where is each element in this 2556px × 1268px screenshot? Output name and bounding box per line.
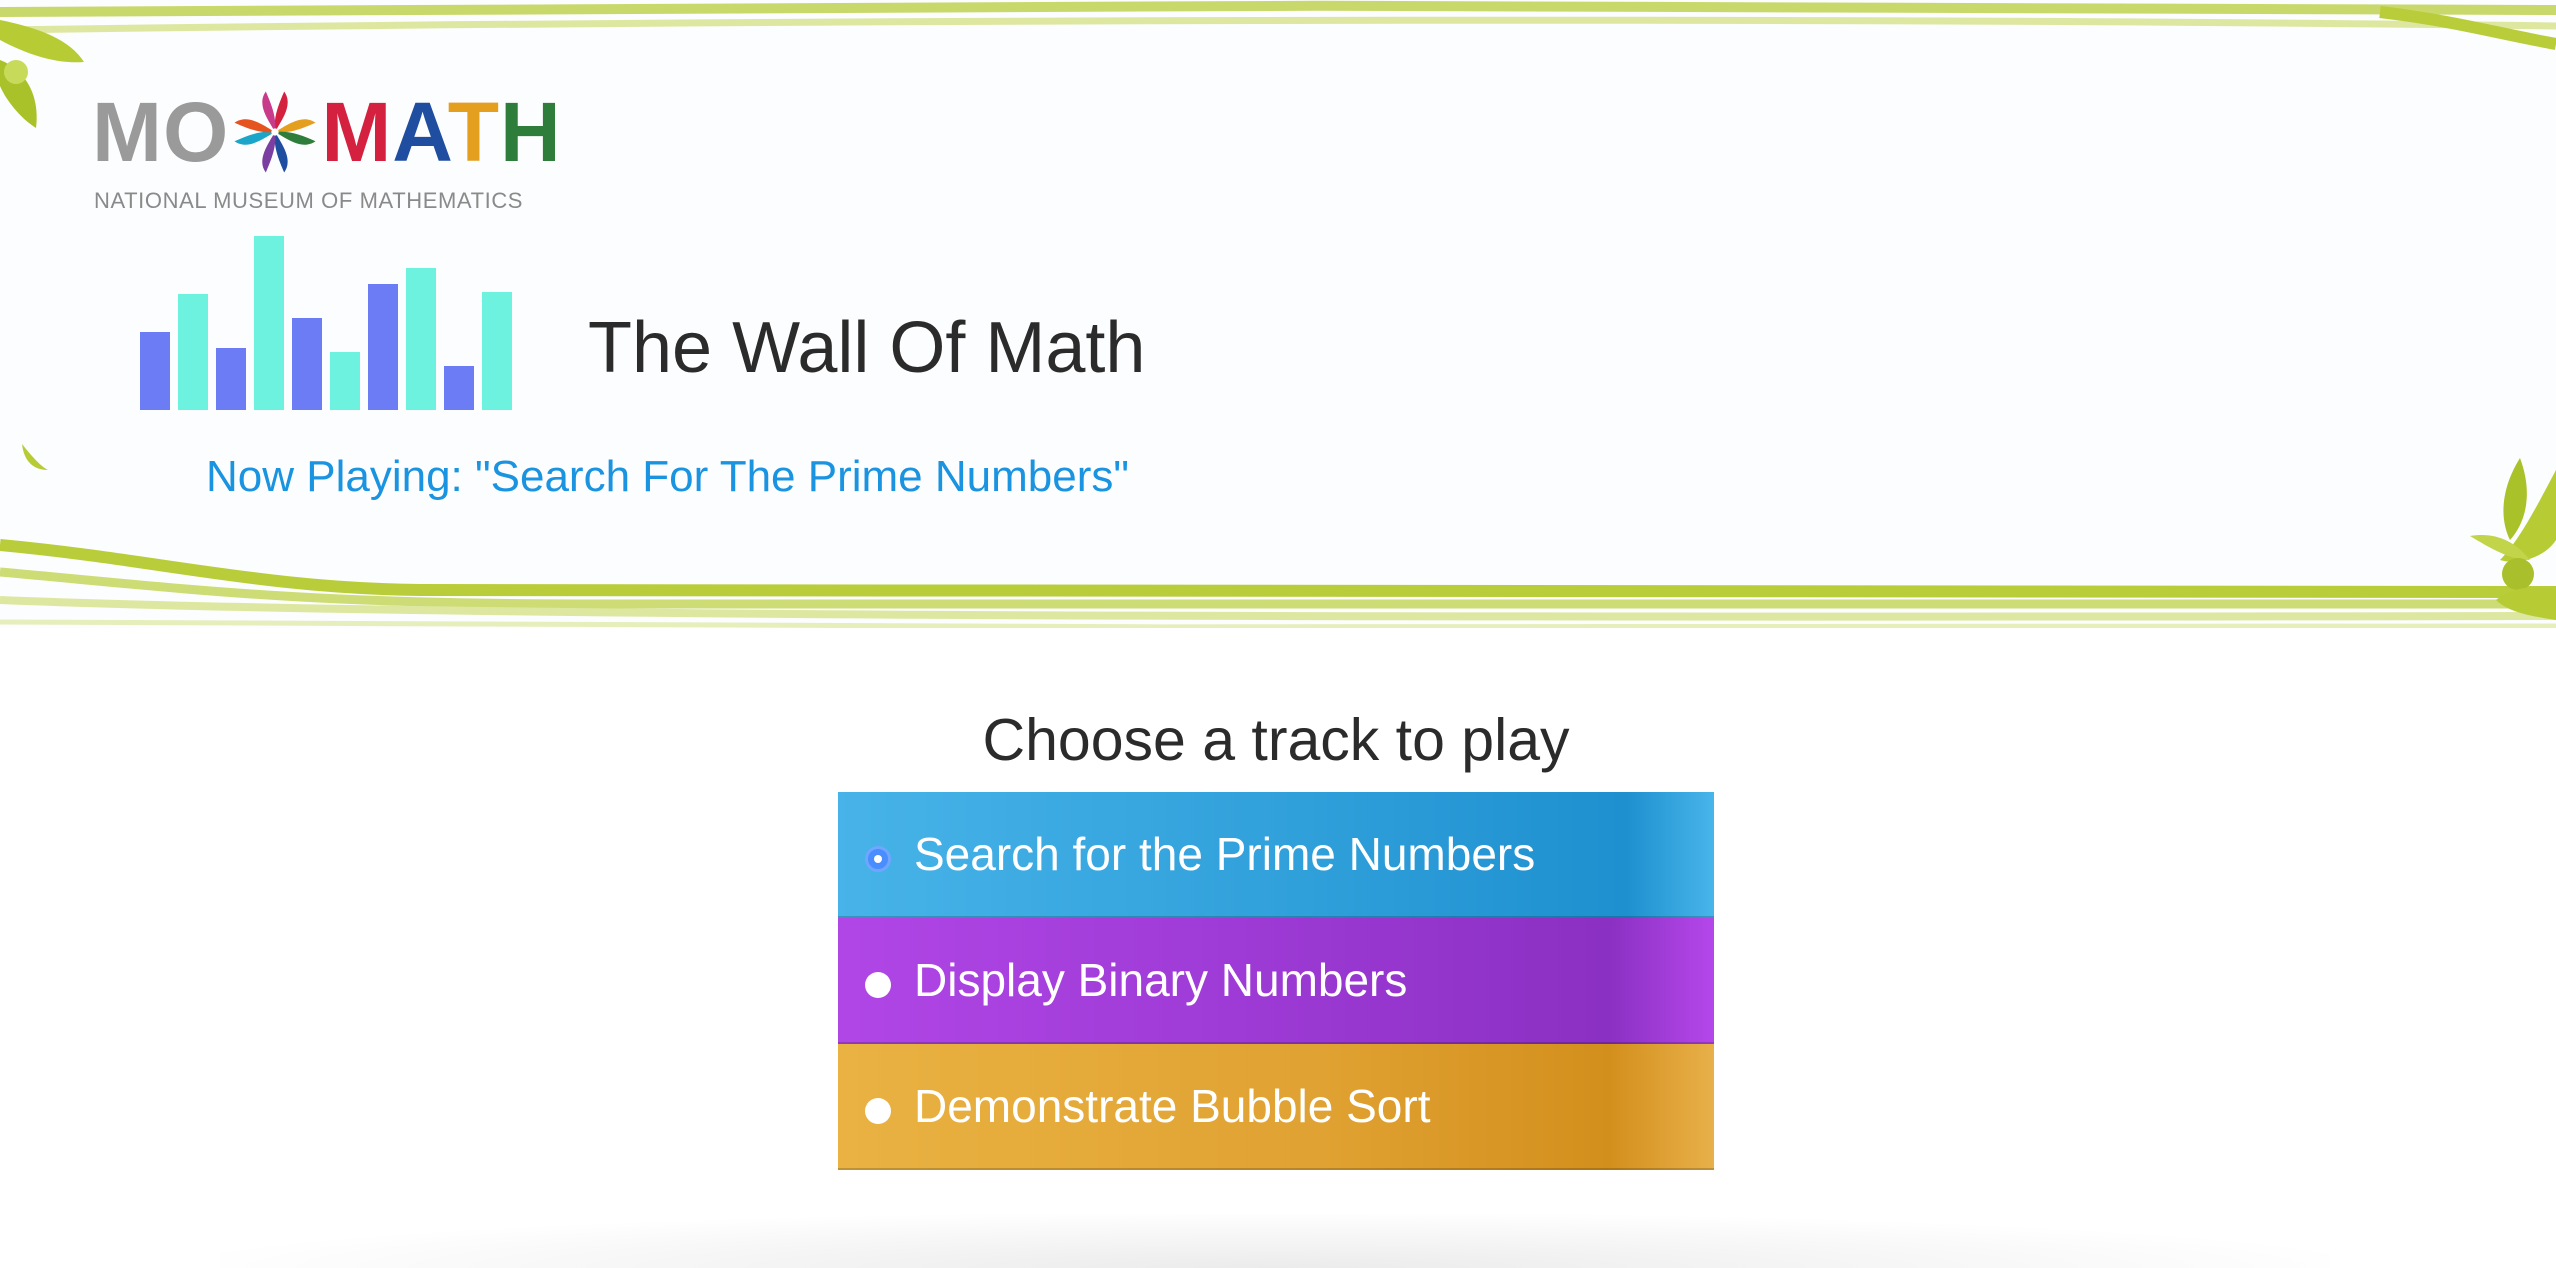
pinwheel-swirl-icon — [234, 91, 316, 173]
momath-logo[interactable]: MO MATH NATIONAL MUSEUM OF MATHEMATICS — [92, 86, 562, 216]
track-option-prime-numbers[interactable]: Search for the Prime Numbers — [838, 792, 1714, 918]
panel-shadow — [220, 1214, 2330, 1268]
track-radio-prime-numbers[interactable] — [865, 846, 891, 872]
leaf-decoration-icon — [0, 20, 84, 128]
equalizer-bars-icon — [140, 236, 512, 410]
logo-wordmark: MO MATH — [92, 86, 562, 178]
track-label: Display Binary Numbers — [914, 954, 1408, 1006]
track-chooser-heading: Choose a track to play — [982, 707, 1570, 773]
track-list: Search for the Prime Numbers Display Bin… — [838, 792, 1714, 1170]
track-radio-binary-numbers[interactable] — [865, 972, 891, 998]
logo-mo-text: MO — [92, 85, 230, 179]
track-option-binary-numbers[interactable]: Display Binary Numbers — [838, 918, 1714, 1044]
track-radio-bubble-sort[interactable] — [865, 1098, 891, 1124]
page-title: The Wall Of Math — [588, 308, 1146, 388]
header-banner: MO MATH NATIONAL MUSEUM OF MATHEMATICS T… — [0, 0, 2556, 628]
logo-math-text: MATH — [321, 85, 562, 179]
track-label: Search for the Prime Numbers — [914, 828, 1536, 880]
page: MO MATH NATIONAL MUSEUM OF MATHEMATICS T… — [0, 0, 2556, 1268]
now-playing-status: Now Playing: "Search For The Prime Numbe… — [206, 452, 1129, 501]
logo-subtitle: NATIONAL MUSEUM OF MATHEMATICS — [94, 188, 524, 213]
track-label: Demonstrate Bubble Sort — [914, 1080, 1431, 1132]
track-option-bubble-sort[interactable]: Demonstrate Bubble Sort — [838, 1044, 1714, 1170]
